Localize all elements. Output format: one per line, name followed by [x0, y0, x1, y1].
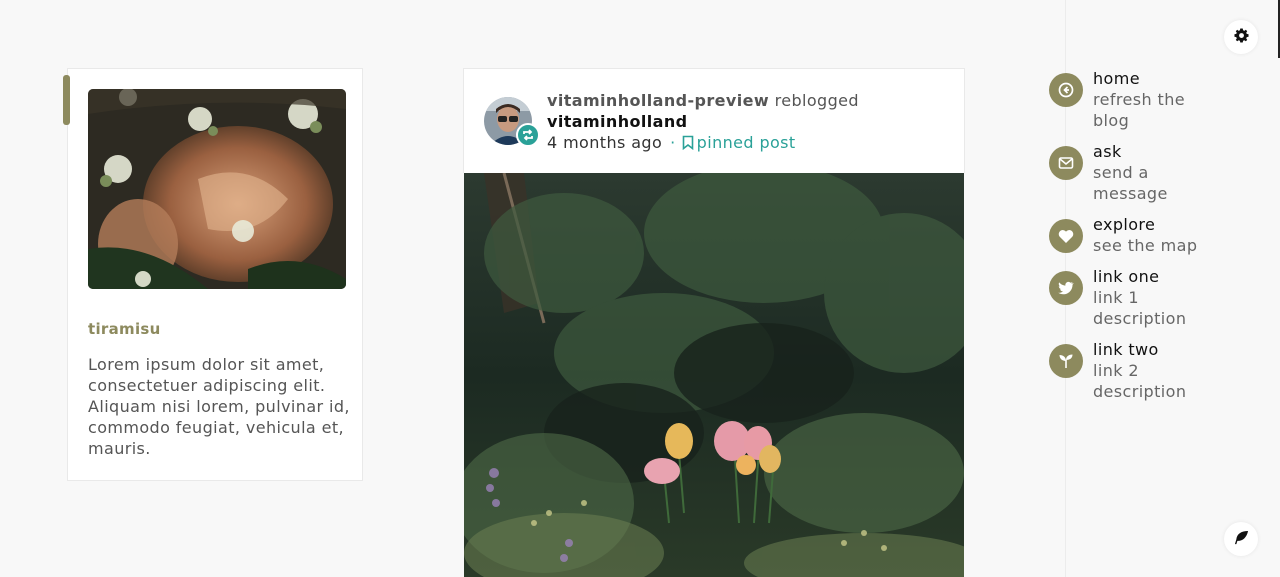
sidebar: home refresh the blog ask send a message…: [1049, 0, 1280, 577]
nav-link-two-desc: link 2 description: [1093, 361, 1187, 401]
accent-bar: [63, 75, 70, 125]
theme-credit-button[interactable]: [1224, 522, 1258, 556]
reblogged-label: reblogged: [774, 91, 859, 110]
blog-title: tiramisu: [88, 320, 161, 338]
post-photo[interactable]: [464, 173, 964, 577]
post-meta: vitaminholland-preview reblogged vitamin…: [547, 90, 859, 155]
nav-link-one[interactable]: link one link 1 description: [1049, 266, 1213, 329]
profile-image: [88, 89, 346, 289]
nav-home-title: home: [1093, 69, 1140, 88]
nav-explore-title: explore: [1093, 215, 1156, 234]
blog-description: Lorem ipsum dolor sit amet, consectetuer…: [88, 355, 350, 458]
profile-card: tiramisu Lorem ipsum dolor sit amet, con…: [67, 68, 363, 481]
arrow-left-icon: [1049, 73, 1083, 107]
envelope-icon: [1049, 146, 1083, 180]
bookmark-icon: [682, 134, 694, 155]
nav-home[interactable]: home refresh the blog: [1049, 68, 1213, 131]
post-time[interactable]: 4 months ago: [547, 133, 662, 152]
settings-button[interactable]: [1224, 20, 1258, 54]
nav-link-two[interactable]: link two link 2 description: [1049, 339, 1213, 402]
nav-explore-desc: see the map: [1093, 236, 1198, 255]
sprout-icon: [1049, 344, 1083, 378]
nav-ask-title: ask: [1093, 142, 1122, 161]
pinned-text: pinned post: [696, 133, 796, 152]
author-link[interactable]: vitaminholland: [547, 111, 859, 132]
nav-ask[interactable]: ask send a message: [1049, 141, 1213, 204]
meta-separator: ·: [670, 133, 676, 152]
nav-link-two-title: link two: [1093, 340, 1159, 359]
nav-ask-desc: send a message: [1093, 163, 1168, 203]
gear-icon: [1233, 27, 1249, 47]
nav-link-one-title: link one: [1093, 267, 1160, 286]
reblog-icon: [516, 123, 540, 147]
bird-icon: [1049, 271, 1083, 305]
rebloger-link[interactable]: vitaminholland-preview: [547, 91, 769, 110]
nav-home-desc: refresh the blog: [1093, 90, 1185, 130]
heart-icon: [1049, 219, 1083, 253]
pinned-label: pinned post: [682, 133, 796, 152]
nav-link-one-desc: link 1 description: [1093, 288, 1187, 328]
leaf-icon: [1234, 530, 1249, 549]
nav-explore[interactable]: explore see the map: [1049, 214, 1213, 256]
post-header: vitaminholland-preview reblogged vitamin…: [463, 68, 965, 173]
